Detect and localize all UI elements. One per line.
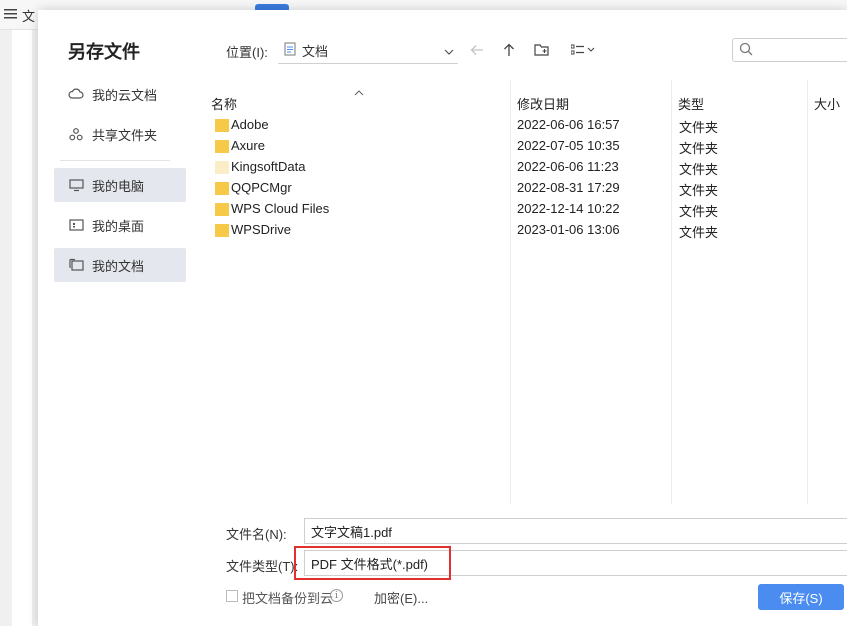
file-date: 2022-06-06 16:57	[517, 117, 620, 132]
list-view-icon	[570, 44, 595, 59]
file-row[interactable]: Adobe 2022-06-06 16:57 文件夹	[204, 115, 847, 136]
sidebar-item-my-computer[interactable]: 我的电脑	[54, 168, 186, 202]
background-document	[12, 30, 32, 626]
new-folder-button[interactable]	[531, 40, 553, 62]
file-type: 文件夹	[679, 204, 719, 219]
column-header-type[interactable]: 类型	[678, 94, 704, 113]
file-name: Axure	[231, 138, 265, 153]
location-value: 文档	[302, 44, 329, 59]
file-type: 文件夹	[679, 183, 719, 198]
dialog-title: 另存文件	[68, 42, 140, 62]
back-button[interactable]	[466, 40, 488, 62]
filetype-highlight-box	[294, 546, 451, 580]
file-name: WPSDrive	[231, 222, 291, 237]
file-date: 2022-07-05 10:35	[517, 138, 620, 153]
file-date: 2023-01-06 13:06	[517, 222, 620, 237]
sort-up-icon	[354, 84, 364, 99]
folder-icon	[215, 223, 229, 237]
encrypt-button[interactable]: 加密(E)...	[374, 588, 428, 607]
save-button[interactable]: 保存(S)	[758, 584, 844, 610]
up-folder-button[interactable]	[498, 40, 520, 62]
chevron-down-icon	[444, 44, 454, 59]
folder-icon	[215, 139, 229, 153]
hamburger-icon	[4, 8, 18, 23]
file-row[interactable]: WPSDrive 2023-01-06 13:06 文件夹	[204, 220, 847, 241]
background-menu[interactable]: 文	[4, 6, 35, 25]
save-as-dialog: 另存文件 我的云文档 共享文件夹 我的电脑 我的桌面 我的文档 位置(I): 文…	[38, 10, 847, 626]
file-type: 文件夹	[679, 120, 719, 135]
filename-field[interactable]: 文字文稿1.pdf	[304, 518, 847, 544]
sidebar-item-shared-folder[interactable]: 共享文件夹	[54, 117, 186, 151]
file-name: Adobe	[231, 117, 269, 132]
sidebar-item-my-documents[interactable]: 我的文档	[54, 248, 186, 282]
file-type: 文件夹	[679, 162, 719, 177]
folder-icon	[215, 181, 229, 195]
arrow-left-icon	[470, 44, 484, 59]
sidebar-item-label: 我的云文档	[92, 87, 158, 103]
file-list: 名称 修改日期 类型 大小 Adobe 2022-06-06 16:57 文件夹…	[204, 80, 847, 504]
folder-icon	[215, 118, 229, 132]
file-row[interactable]: KingsoftData 2022-06-06 11:23 文件夹	[204, 157, 847, 178]
location-label: 位置(I):	[226, 45, 268, 60]
sidebar-item-label: 共享文件夹	[92, 127, 158, 143]
file-row[interactable]: QQPCMgr 2022-08-31 17:29 文件夹	[204, 178, 847, 199]
backup-to-cloud-label: 把文档备份到云	[242, 591, 334, 606]
file-name: KingsoftData	[231, 159, 306, 174]
column-header-size[interactable]: 大小	[814, 94, 840, 113]
backup-to-cloud-checkbox[interactable]	[226, 590, 238, 602]
filename-label: 文件名(N):	[226, 527, 287, 542]
file-row[interactable]: Axure 2022-07-05 10:35 文件夹	[204, 136, 847, 157]
sidebar-item-desktop[interactable]: 我的桌面	[54, 208, 186, 242]
view-mode-button[interactable]	[566, 40, 600, 62]
sidebar-divider	[60, 160, 170, 161]
hidden-folder-icon	[215, 160, 229, 174]
sidebar-item-label: 我的文档	[92, 258, 145, 274]
folder-icon	[215, 202, 229, 216]
desktop-icon	[68, 217, 84, 233]
file-type: 文件夹	[679, 141, 719, 156]
file-name: QQPCMgr	[231, 180, 292, 195]
info-icon[interactable]: i	[330, 589, 343, 602]
location-dropdown[interactable]: 文档	[278, 38, 458, 64]
document-folder-icon	[284, 42, 296, 59]
sidebar-item-cloud-docs[interactable]: 我的云文档	[54, 77, 186, 111]
sidebar-item-label: 我的桌面	[92, 218, 145, 234]
sidebar-item-label: 我的电脑	[92, 178, 145, 194]
file-date: 2022-12-14 10:22	[517, 201, 620, 216]
file-type: 文件夹	[679, 225, 719, 240]
search-icon	[739, 42, 753, 59]
background-menu-label: 文	[22, 9, 36, 24]
file-row[interactable]: WPS Cloud Files 2022-12-14 10:22 文件夹	[204, 199, 847, 220]
new-folder-icon	[534, 43, 550, 60]
filetype-label: 文件类型(T):	[226, 559, 299, 574]
file-name: WPS Cloud Files	[231, 201, 330, 216]
cloud-icon	[68, 86, 84, 102]
arrow-up-icon	[503, 43, 515, 60]
column-header-date[interactable]: 修改日期	[517, 94, 569, 113]
file-date: 2022-06-06 11:23	[517, 159, 619, 174]
documents-icon	[68, 257, 84, 273]
column-header-name[interactable]: 名称	[211, 94, 237, 113]
search-input[interactable]	[732, 38, 847, 62]
computer-icon	[68, 177, 84, 193]
file-date: 2022-08-31 17:29	[517, 180, 620, 195]
share-icon	[68, 126, 84, 142]
filename-value: 文字文稿1.pdf	[311, 524, 392, 540]
